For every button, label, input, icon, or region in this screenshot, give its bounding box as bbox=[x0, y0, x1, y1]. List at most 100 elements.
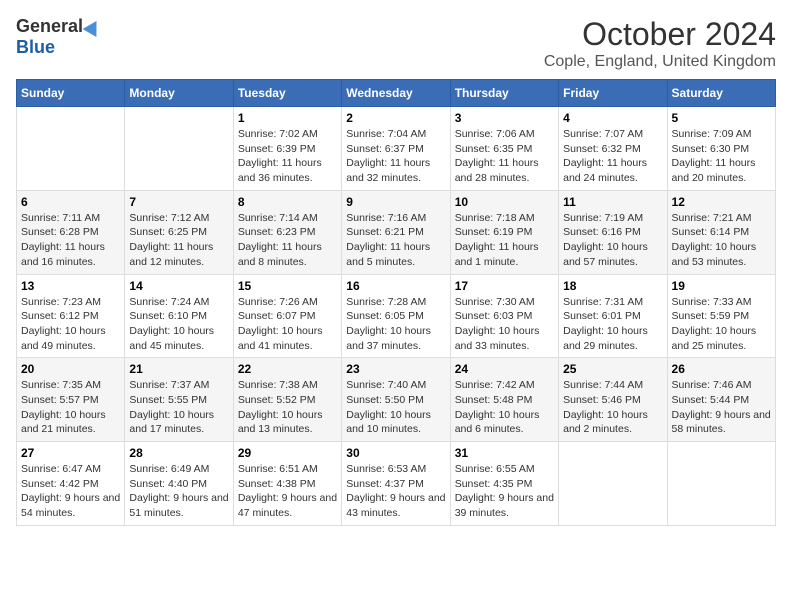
day-info: Sunrise: 7:21 AM Sunset: 6:14 PM Dayligh… bbox=[672, 211, 771, 270]
calendar-cell bbox=[559, 442, 667, 526]
day-number: 3 bbox=[455, 111, 554, 125]
calendar-cell: 21Sunrise: 7:37 AM Sunset: 5:55 PM Dayli… bbox=[125, 358, 233, 442]
day-number: 1 bbox=[238, 111, 337, 125]
calendar-table: Sunday Monday Tuesday Wednesday Thursday… bbox=[16, 79, 776, 526]
calendar-cell: 14 Sunrise: 7:24 AM Sunset: 6:10 PM Dayli… bbox=[125, 274, 233, 358]
calendar-cell: 24 Sunrise: 7:42 AM Sunset: 5:48 PM Dayli… bbox=[450, 358, 558, 442]
day-number: 7 bbox=[129, 195, 228, 209]
header-monday: Monday bbox=[125, 80, 233, 107]
header-row: Sunday Monday Tuesday Wednesday Thursday… bbox=[17, 80, 776, 107]
day-number: 9 bbox=[346, 195, 445, 209]
calendar-cell: 12 Sunrise: 7:21 AM Sunset: 6:14 PM Dayli… bbox=[667, 190, 775, 274]
calendar-header: Sunday Monday Tuesday Wednesday Thursday… bbox=[17, 80, 776, 107]
day-number: 14 bbox=[129, 279, 228, 293]
calendar-cell: 8Sunrise: 7:14 AM Sunset: 6:23 PM Daylig… bbox=[233, 190, 341, 274]
calendar-week-row: 13Sunrise: 7:23 AM Sunset: 6:12 PM Dayli… bbox=[17, 274, 776, 358]
calendar-cell: 17 Sunrise: 7:30 AM Sunset: 6:03 PM Dayli… bbox=[450, 274, 558, 358]
calendar-cell: 16 Sunrise: 7:28 AM Sunset: 6:05 PM Dayli… bbox=[342, 274, 450, 358]
day-info: Sunrise: 7:30 AM Sunset: 6:03 PM Dayligh… bbox=[455, 295, 554, 354]
calendar-cell: 18 Sunrise: 7:31 AM Sunset: 6:01 PM Dayli… bbox=[559, 274, 667, 358]
calendar-cell: 28Sunrise: 6:49 AM Sunset: 4:40 PM Dayli… bbox=[125, 442, 233, 526]
day-info: Sunrise: 7:14 AM Sunset: 6:23 PM Dayligh… bbox=[238, 211, 337, 270]
day-info: Sunrise: 7:35 AM Sunset: 5:57 PM Dayligh… bbox=[21, 378, 120, 437]
day-info: Sunrise: 7:42 AM Sunset: 5:48 PM Dayligh… bbox=[455, 378, 554, 437]
day-number: 18 bbox=[563, 279, 662, 293]
day-number: 26 bbox=[672, 362, 771, 376]
calendar-body: 1 Sunrise: 7:02 AM Sunset: 6:39 PM Daylig… bbox=[17, 107, 776, 526]
header-sunday: Sunday bbox=[17, 80, 125, 107]
day-info: Sunrise: 7:12 AM Sunset: 6:25 PM Dayligh… bbox=[129, 211, 228, 270]
calendar-cell: 22Sunrise: 7:38 AM Sunset: 5:52 PM Dayli… bbox=[233, 358, 341, 442]
day-number: 5 bbox=[672, 111, 771, 125]
header-thursday: Thursday bbox=[450, 80, 558, 107]
month-title: October 2024 bbox=[544, 16, 776, 53]
day-number: 2 bbox=[346, 111, 445, 125]
day-info: Sunrise: 7:11 AM Sunset: 6:28 PM Dayligh… bbox=[21, 211, 120, 270]
calendar-cell: 26 Sunrise: 7:46 AM Sunset: 5:44 PM Dayli… bbox=[667, 358, 775, 442]
header-friday: Friday bbox=[559, 80, 667, 107]
day-number: 16 bbox=[346, 279, 445, 293]
day-info: Sunrise: 6:51 AM Sunset: 4:38 PM Dayligh… bbox=[238, 462, 337, 521]
calendar-cell: 15 Sunrise: 7:26 AM Sunset: 6:07 PM Dayli… bbox=[233, 274, 341, 358]
day-info: Sunrise: 7:04 AM Sunset: 6:37 PM Dayligh… bbox=[346, 127, 445, 186]
day-info: Sunrise: 7:06 AM Sunset: 6:35 PM Dayligh… bbox=[455, 127, 554, 186]
calendar-cell: 10 Sunrise: 7:18 AM Sunset: 6:19 PM Dayli… bbox=[450, 190, 558, 274]
location-title: Cople, England, United Kingdom bbox=[544, 53, 776, 71]
day-info: Sunrise: 7:28 AM Sunset: 6:05 PM Dayligh… bbox=[346, 295, 445, 354]
calendar-cell: 25Sunrise: 7:44 AM Sunset: 5:46 PM Dayli… bbox=[559, 358, 667, 442]
day-info: Sunrise: 7:18 AM Sunset: 6:19 PM Dayligh… bbox=[455, 211, 554, 270]
day-number: 25 bbox=[563, 362, 662, 376]
day-number: 11 bbox=[563, 195, 662, 209]
title-area: October 2024 Cople, England, United King… bbox=[544, 16, 776, 71]
day-number: 12 bbox=[672, 195, 771, 209]
calendar-cell: 13Sunrise: 7:23 AM Sunset: 6:12 PM Dayli… bbox=[17, 274, 125, 358]
calendar-week-row: 6Sunrise: 7:11 AM Sunset: 6:28 PM Daylig… bbox=[17, 190, 776, 274]
day-info: Sunrise: 7:46 AM Sunset: 5:44 PM Dayligh… bbox=[672, 378, 771, 437]
calendar-cell: 1 Sunrise: 7:02 AM Sunset: 6:39 PM Daylig… bbox=[233, 107, 341, 191]
calendar-cell: 23 Sunrise: 7:40 AM Sunset: 5:50 PM Dayli… bbox=[342, 358, 450, 442]
calendar-cell: 31 Sunrise: 6:55 AM Sunset: 4:35 PM Dayli… bbox=[450, 442, 558, 526]
logo: General Blue bbox=[16, 16, 101, 58]
header-saturday: Saturday bbox=[667, 80, 775, 107]
day-info: Sunrise: 7:07 AM Sunset: 6:32 PM Dayligh… bbox=[563, 127, 662, 186]
day-number: 15 bbox=[238, 279, 337, 293]
day-number: 4 bbox=[563, 111, 662, 125]
calendar-cell bbox=[125, 107, 233, 191]
day-info: Sunrise: 7:37 AM Sunset: 5:55 PM Dayligh… bbox=[129, 378, 228, 437]
logo-icon bbox=[83, 16, 104, 36]
calendar-week-row: 1 Sunrise: 7:02 AM Sunset: 6:39 PM Daylig… bbox=[17, 107, 776, 191]
day-info: Sunrise: 7:31 AM Sunset: 6:01 PM Dayligh… bbox=[563, 295, 662, 354]
day-number: 10 bbox=[455, 195, 554, 209]
day-number: 30 bbox=[346, 446, 445, 460]
day-info: Sunrise: 7:23 AM Sunset: 6:12 PM Dayligh… bbox=[21, 295, 120, 354]
day-number: 19 bbox=[672, 279, 771, 293]
day-number: 23 bbox=[346, 362, 445, 376]
day-info: Sunrise: 7:02 AM Sunset: 6:39 PM Dayligh… bbox=[238, 127, 337, 186]
day-info: Sunrise: 6:47 AM Sunset: 4:42 PM Dayligh… bbox=[21, 462, 120, 521]
day-info: Sunrise: 6:53 AM Sunset: 4:37 PM Dayligh… bbox=[346, 462, 445, 521]
calendar-cell: 4 Sunrise: 7:07 AM Sunset: 6:32 PM Daylig… bbox=[559, 107, 667, 191]
day-info: Sunrise: 7:40 AM Sunset: 5:50 PM Dayligh… bbox=[346, 378, 445, 437]
day-number: 31 bbox=[455, 446, 554, 460]
calendar-cell: 30 Sunrise: 6:53 AM Sunset: 4:37 PM Dayli… bbox=[342, 442, 450, 526]
logo-blue-text: Blue bbox=[16, 37, 55, 58]
day-info: Sunrise: 6:55 AM Sunset: 4:35 PM Dayligh… bbox=[455, 462, 554, 521]
day-number: 20 bbox=[21, 362, 120, 376]
calendar-cell: 7 Sunrise: 7:12 AM Sunset: 6:25 PM Daylig… bbox=[125, 190, 233, 274]
calendar-cell: 6Sunrise: 7:11 AM Sunset: 6:28 PM Daylig… bbox=[17, 190, 125, 274]
calendar-cell bbox=[17, 107, 125, 191]
calendar-cell: 2 Sunrise: 7:04 AM Sunset: 6:37 PM Daylig… bbox=[342, 107, 450, 191]
day-info: Sunrise: 7:26 AM Sunset: 6:07 PM Dayligh… bbox=[238, 295, 337, 354]
calendar-cell: 19 Sunrise: 7:33 AM Sunset: 5:59 PM Dayli… bbox=[667, 274, 775, 358]
day-number: 24 bbox=[455, 362, 554, 376]
logo-general-text: General bbox=[16, 16, 83, 37]
day-info: Sunrise: 7:33 AM Sunset: 5:59 PM Dayligh… bbox=[672, 295, 771, 354]
day-info: Sunrise: 7:19 AM Sunset: 6:16 PM Dayligh… bbox=[563, 211, 662, 270]
calendar-cell: 29Sunrise: 6:51 AM Sunset: 4:38 PM Dayli… bbox=[233, 442, 341, 526]
day-info: Sunrise: 7:24 AM Sunset: 6:10 PM Dayligh… bbox=[129, 295, 228, 354]
calendar-week-row: 20 Sunrise: 7:35 AM Sunset: 5:57 PM Dayli… bbox=[17, 358, 776, 442]
day-number: 17 bbox=[455, 279, 554, 293]
page-header: General Blue October 2024 Cople, England… bbox=[16, 16, 776, 71]
header-wednesday: Wednesday bbox=[342, 80, 450, 107]
calendar-cell: 9Sunrise: 7:16 AM Sunset: 6:21 PM Daylig… bbox=[342, 190, 450, 274]
